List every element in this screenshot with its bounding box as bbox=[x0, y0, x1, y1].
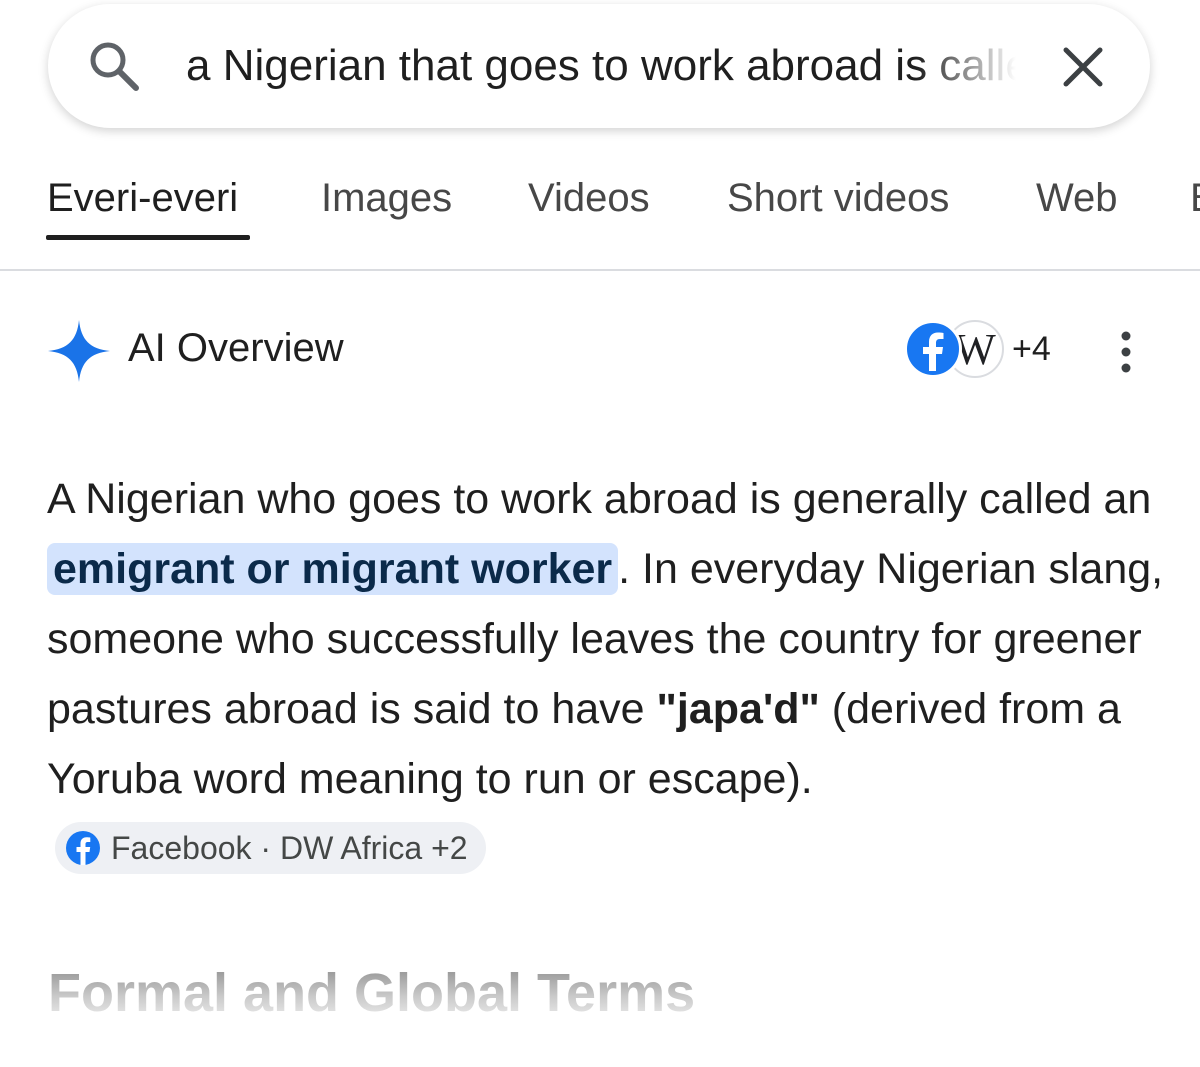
ai-overview-answer: A Nigerian who goes to work abroad is ge… bbox=[47, 464, 1177, 884]
close-icon[interactable] bbox=[1058, 42, 1108, 92]
answer-bold-term: "japa'd" bbox=[656, 685, 820, 733]
tab-images[interactable]: Images bbox=[321, 176, 452, 221]
more-options-icon[interactable] bbox=[1112, 328, 1140, 376]
active-tab-indicator bbox=[46, 235, 250, 240]
search-icon bbox=[90, 42, 139, 91]
search-tabs: Everi-everi Images Videos Short videos W… bbox=[0, 160, 1200, 270]
tab-everi-everi[interactable]: Everi-everi bbox=[47, 176, 238, 221]
tab-web[interactable]: Web bbox=[1036, 176, 1118, 221]
answer-text-1: A Nigerian who goes to work abroad is ge… bbox=[47, 475, 1152, 523]
tabs-divider bbox=[0, 269, 1200, 271]
facebook-icon bbox=[66, 831, 100, 866]
source-chip[interactable]: Facebook · DW Africa +2 bbox=[55, 821, 486, 874]
tab-books[interactable]: Books bbox=[1190, 176, 1200, 221]
source-chip-label: Facebook · DW Africa +2 bbox=[111, 829, 468, 866]
search-input[interactable] bbox=[186, 38, 1016, 94]
ai-overview-title: AI Overview bbox=[128, 326, 344, 370]
answer-highlight: emigrant or migrant worker bbox=[47, 543, 619, 595]
facebook-icon bbox=[904, 320, 962, 378]
section-heading: Formal and Global Terms bbox=[48, 963, 696, 1023]
source-icons[interactable]: W bbox=[904, 318, 1008, 382]
tab-short-videos[interactable]: Short videos bbox=[727, 176, 949, 221]
ai-spark-icon bbox=[48, 320, 110, 382]
tab-videos[interactable]: Videos bbox=[528, 176, 650, 221]
more-sources-count[interactable]: +4 bbox=[1012, 330, 1051, 369]
